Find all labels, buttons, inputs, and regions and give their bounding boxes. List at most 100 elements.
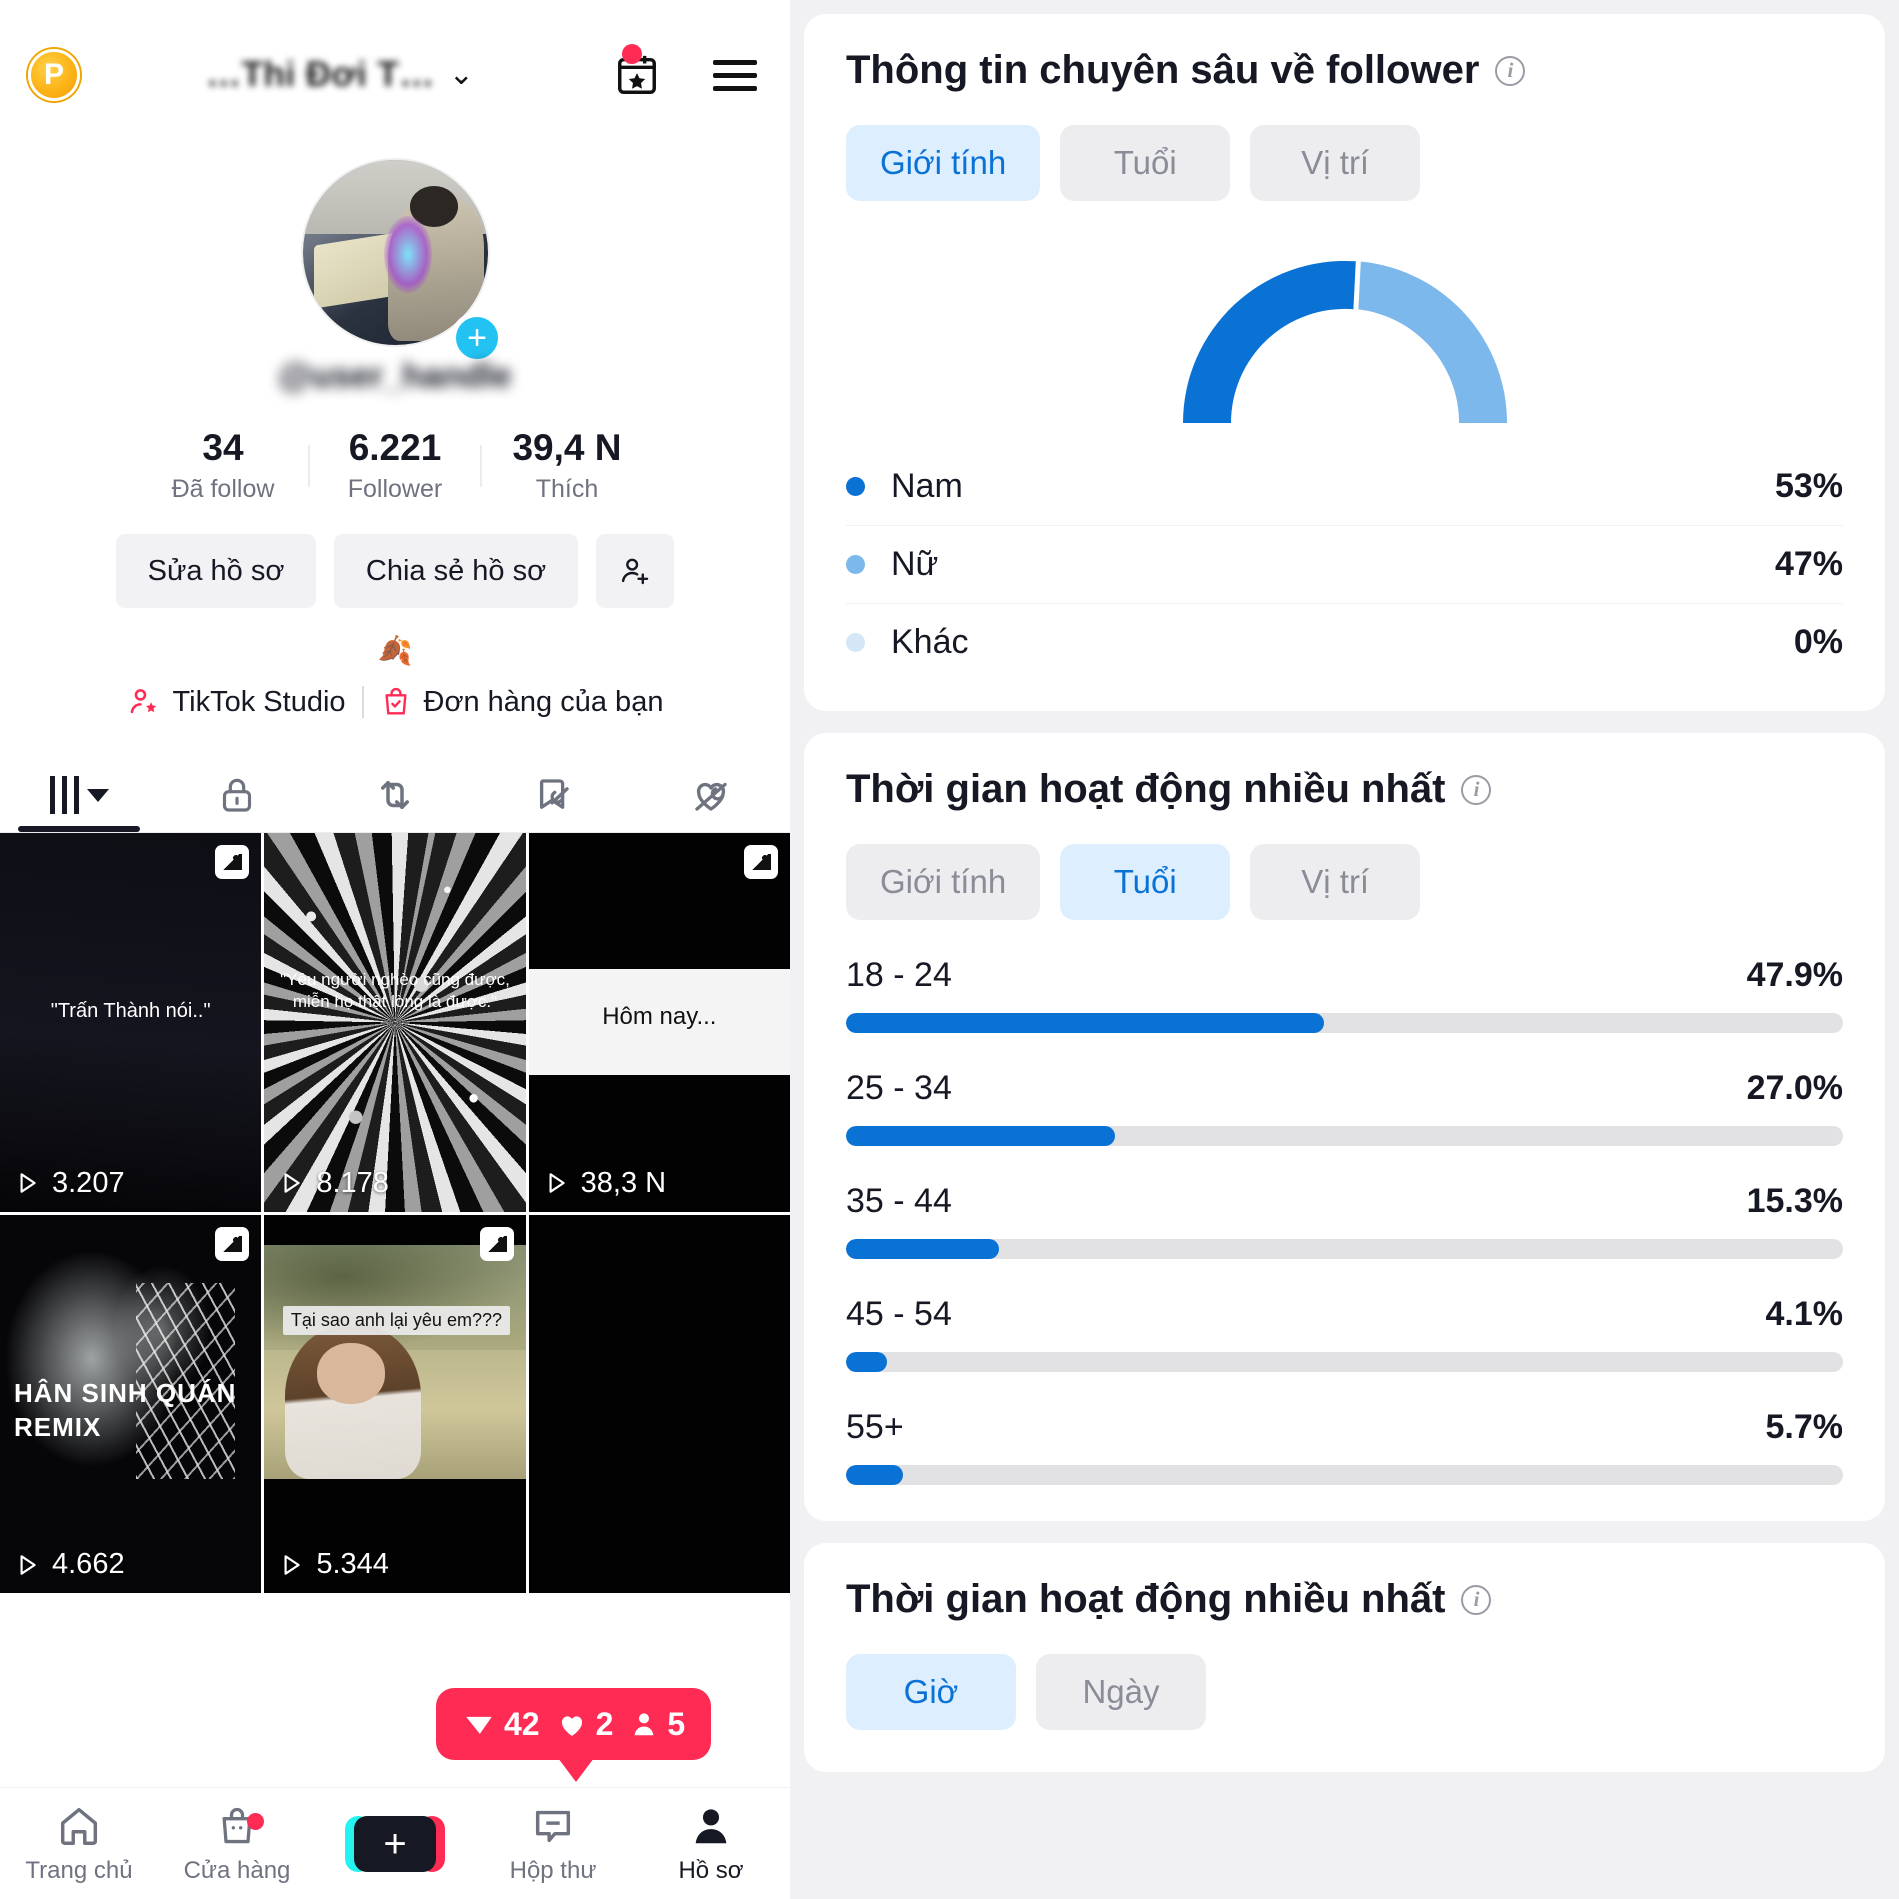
video-thumbnail[interactable]: "Yêu người nghèo cũng được, miễn họ thật… — [264, 833, 526, 1212]
legend-dot — [846, 476, 865, 496]
profile-handle: @user_handle — [278, 357, 512, 395]
inbox-icon — [535, 1810, 571, 1842]
age-bar-header: 35 - 44 15.3% — [846, 1182, 1843, 1221]
stat-followers[interactable]: 6.221 Follower — [310, 427, 480, 504]
video-thumbnail[interactable] — [528, 1214, 790, 1593]
stat-following[interactable]: 34 Đã follow — [138, 427, 308, 504]
bookmark-star-icon[interactable] — [610, 44, 664, 102]
age-bar-row: 25 - 34 27.0% — [846, 1069, 1843, 1146]
tab-hour[interactable]: Giờ — [846, 1654, 1016, 1730]
tab-private[interactable] — [158, 751, 316, 832]
active-time-hours-card: Thời gian hoạt động nhiều nhất i Giờ Ngà… — [804, 1543, 1885, 1772]
age-bar-row: 35 - 44 15.3% — [846, 1182, 1843, 1259]
view-count: 4.662 — [14, 1548, 125, 1581]
bar-track — [846, 1126, 1843, 1146]
tab-repost[interactable] — [316, 751, 474, 832]
shares-stat: 42 — [462, 1706, 540, 1743]
gauge-svg — [1182, 260, 1507, 423]
edit-profile-button[interactable]: Sửa hồ sơ — [116, 534, 316, 608]
nav-inbox[interactable]: Hộp thư — [474, 1803, 632, 1885]
header-title: …Thi Đơi T… — [206, 55, 435, 94]
view-count-value: 5.344 — [316, 1548, 389, 1580]
age-bar-header: 25 - 34 27.0% — [846, 1069, 1843, 1108]
video-thumbnail[interactable]: HÂN SINH QUÁN REMIX 4.662 — [0, 1214, 262, 1593]
info-icon[interactable]: i — [1495, 55, 1526, 86]
hamburger-menu-icon[interactable] — [708, 48, 762, 102]
legend-value: 47% — [1774, 545, 1843, 583]
stat-value: 39,4 N — [512, 427, 622, 468]
nav-home[interactable]: Trang chủ — [0, 1803, 158, 1885]
phone-screen: P …Thi Đơi T… ⌄ + @user_handle 34 Đã fol… — [0, 0, 790, 1899]
stat-label: Đã follow — [171, 475, 275, 503]
tab-grid[interactable] — [0, 751, 158, 832]
stat-label: Thích — [535, 475, 599, 503]
thumbnail-art-face — [316, 1343, 385, 1405]
share-profile-button[interactable]: Chia sẻ hồ sơ — [334, 534, 578, 608]
heart-icon — [561, 1716, 582, 1736]
tab-gender[interactable]: Giới tính — [846, 844, 1041, 920]
orders-link[interactable]: Đơn hàng của bạn — [380, 685, 664, 719]
age-range-label: 55+ — [846, 1408, 904, 1446]
play-icon — [549, 1173, 565, 1193]
view-count-value: 38,3 N — [580, 1166, 667, 1199]
home-icon — [60, 1807, 98, 1845]
stat-likes[interactable]: 39,4 N Thích — [482, 427, 652, 504]
username-dropdown[interactable]: …Thi Đơi T… ⌄ — [70, 55, 610, 95]
likes-stat: 2 — [556, 1706, 613, 1743]
view-count: 38,3 N — [543, 1167, 666, 1200]
bar-track — [846, 1352, 1843, 1372]
gender-age-location-tabs: Giới tính Tuổi Vị trí — [846, 844, 1843, 920]
nav-profile[interactable]: Hồ sơ — [632, 1803, 790, 1885]
card-title: Thời gian hoạt động nhiều nhất i — [846, 767, 1843, 812]
multi-photo-icon — [215, 845, 250, 879]
info-icon[interactable]: i — [1461, 774, 1492, 805]
bar-fill — [846, 1239, 999, 1259]
age-range-label: 25 - 34 — [846, 1069, 952, 1107]
person-icon — [635, 1713, 654, 1736]
view-count: 5.344 — [278, 1548, 389, 1581]
bar-fill — [846, 1013, 1324, 1033]
nav-shop[interactable]: Cửa hàng — [158, 1803, 316, 1885]
nav-label: Cửa hàng — [183, 1856, 291, 1884]
nav-create[interactable]: + — [316, 1815, 474, 1872]
hour-day-tabs: Giờ Ngày — [846, 1654, 1843, 1730]
thumbnail-art-photo: Tại sao anh lại yêu em??? — [264, 1244, 526, 1480]
add-person-icon[interactable] — [596, 534, 674, 608]
video-thumbnail[interactable]: "Trấn Thành nói.." 3.207 — [0, 833, 262, 1212]
tab-age[interactable]: Tuổi — [1060, 844, 1231, 920]
gender-gauge-chart — [846, 247, 1843, 423]
age-percent: 5.7% — [1765, 1408, 1844, 1446]
bar-track — [846, 1013, 1843, 1033]
view-count-value: 4.662 — [52, 1548, 125, 1580]
stat-label: Follower — [347, 475, 443, 503]
legend-value: 53% — [1774, 466, 1843, 505]
multi-photo-icon — [215, 1226, 250, 1261]
bar-fill — [846, 1465, 903, 1485]
tiktok-studio-link[interactable]: TikTok Studio — [127, 685, 346, 719]
view-count: 8.178 — [278, 1167, 389, 1200]
grid-icon — [49, 772, 109, 818]
tab-gender[interactable]: Giới tính — [846, 125, 1041, 201]
info-icon[interactable]: i — [1461, 1584, 1492, 1615]
orders-label: Đơn hàng của bạn — [423, 685, 664, 718]
video-thumbnail[interactable]: Tại sao anh lại yêu em??? 5.344 — [264, 1214, 526, 1593]
play-icon — [20, 1554, 36, 1575]
tab-location[interactable]: Vị trí — [1250, 844, 1421, 920]
tab-liked[interactable] — [632, 751, 790, 832]
tab-age[interactable]: Tuổi — [1060, 125, 1231, 201]
video-thumbnail[interactable]: Hôm nay... 38,3 N — [528, 833, 790, 1212]
age-range-label: 45 - 54 — [846, 1295, 952, 1333]
profile-bio: 🍂 — [377, 635, 413, 666]
tab-saved[interactable] — [474, 751, 632, 832]
stat-value: 6.221 — [348, 427, 442, 468]
tab-day[interactable]: Ngày — [1036, 1654, 1206, 1730]
nav-label: Hồ sơ — [678, 1856, 744, 1884]
gauge-segment-nam — [1182, 260, 1356, 423]
tab-location[interactable]: Vị trí — [1250, 125, 1421, 201]
video-caption: Tại sao anh lại yêu em??? — [282, 1305, 510, 1335]
video-caption: Hôm nay... — [602, 1003, 717, 1031]
new-followers-value: 5 — [667, 1705, 686, 1742]
view-count-value: 8.178 — [316, 1166, 389, 1199]
card-title: Thông tin chuyên sâu về follower i — [846, 48, 1843, 93]
video-caption: "Yêu người nghèo cũng được, miễn họ thật… — [280, 970, 510, 1012]
